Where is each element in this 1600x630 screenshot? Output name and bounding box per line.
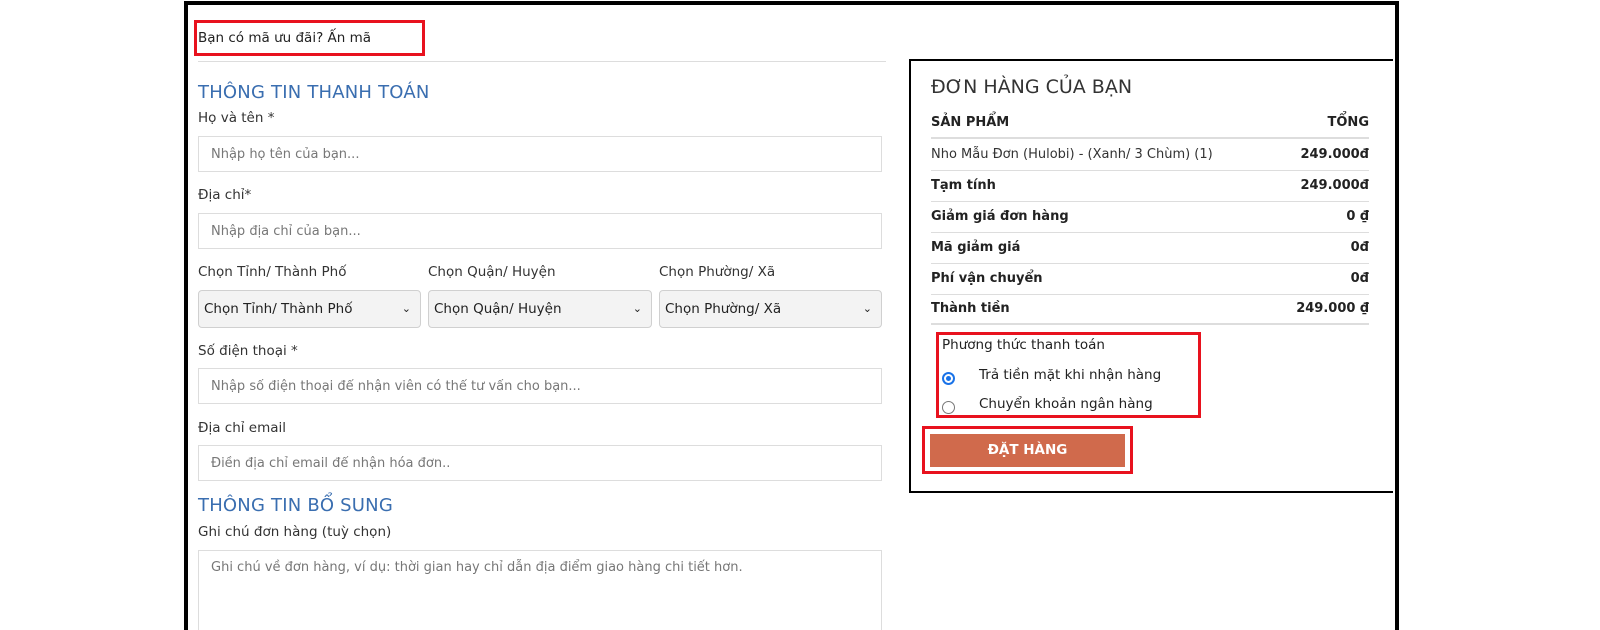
name-label: Họ và tên * bbox=[198, 110, 275, 126]
chevron-down-icon: ⌄ bbox=[862, 302, 872, 315]
address-label: Địa chỉ* bbox=[198, 187, 252, 203]
district-select[interactable]: Chọn Quận/ Huyện ⌄ bbox=[428, 290, 652, 328]
grand-total-value: 249.000 ₫ bbox=[1296, 301, 1369, 316]
coupon-code-value: 0đ bbox=[1350, 240, 1369, 255]
item-name: Nho Mẫu Đơn (Hulobi) - (Xanh/ 3 Chùm) (1… bbox=[931, 147, 1213, 162]
checkout-page: Bạn có mã ưu đãi? Ấn mã THÔNG TIN THANH … bbox=[184, 1, 1399, 630]
order-note-placeholder: Ghi chú về đơn hàng, ví dụ: thời gian ha… bbox=[211, 560, 743, 575]
ward-label: Chọn Phường/ Xã bbox=[659, 264, 776, 280]
coupon-question: Bạn có mã ưu đãi? bbox=[198, 30, 324, 46]
subtotal-label: Tạm tính bbox=[931, 178, 996, 193]
ward-select[interactable]: Chọn Phường/ Xã ⌄ bbox=[659, 290, 882, 328]
note-label: Ghi chú đơn hàng (tuỳ chọn) bbox=[198, 524, 392, 540]
phone-label: Số điện thoại * bbox=[198, 343, 298, 359]
order-title: ĐƠN HÀNG CỦA BẠN bbox=[931, 76, 1133, 98]
order-summary-panel: ĐƠN HÀNG CỦA BẠN SẢN PHẨM TỔNG Nho Mẫu Đ… bbox=[909, 59, 1393, 493]
payment-option-bank-radio[interactable] bbox=[942, 401, 955, 414]
subtotal-row: Tạm tính 249.000đ bbox=[931, 171, 1369, 202]
order-item-row: Nho Mẫu Đơn (Hulobi) - (Xanh/ 3 Chùm) (1… bbox=[931, 140, 1369, 171]
shipping-value: 0đ bbox=[1350, 271, 1369, 286]
coupon-link[interactable]: Ấn mã bbox=[328, 30, 372, 46]
discount-label: Giảm giá đơn hàng bbox=[931, 209, 1069, 224]
province-select-value: Chọn Tỉnh/ Thành Phố bbox=[204, 301, 353, 317]
discount-row: Giảm giá đơn hàng 0 ₫ bbox=[931, 202, 1369, 233]
grand-total-label: Thành tiền bbox=[931, 301, 1010, 316]
province-select[interactable]: Chọn Tỉnh/ Thành Phố ⌄ bbox=[198, 290, 421, 328]
order-table-header: SẢN PHẨM TỔNG bbox=[931, 108, 1369, 139]
chevron-down-icon: ⌄ bbox=[401, 302, 411, 315]
billing-title: THÔNG TIN THANH TOÁN bbox=[198, 82, 430, 103]
coupon-code-row: Mã giảm giá 0đ bbox=[931, 233, 1369, 264]
district-select-value: Chọn Quận/ Huyện bbox=[434, 301, 562, 317]
grand-total-row: Thành tiền 249.000 ₫ bbox=[931, 294, 1369, 325]
payment-option-bank-label[interactable]: Chuyển khoản ngân hàng bbox=[979, 396, 1153, 412]
additional-title: THÔNG TIN BỔ SUNG bbox=[198, 495, 393, 516]
place-order-button[interactable]: ĐẶT HÀNG bbox=[930, 434, 1125, 467]
shipping-row: Phí vận chuyển 0đ bbox=[931, 264, 1369, 295]
coupon-code-label: Mã giảm giá bbox=[931, 240, 1021, 255]
discount-value: 0 ₫ bbox=[1346, 209, 1369, 224]
shipping-label: Phí vận chuyển bbox=[931, 271, 1043, 286]
column-product: SẢN PHẨM bbox=[931, 115, 1010, 130]
payment-title: Phương thức thanh toán bbox=[942, 337, 1105, 353]
divider bbox=[198, 61, 886, 62]
item-total: 249.000đ bbox=[1300, 147, 1369, 162]
payment-option-cod-radio[interactable] bbox=[942, 372, 955, 385]
order-note-textarea[interactable]: Ghi chú về đơn hàng, ví dụ: thời gian ha… bbox=[198, 550, 882, 630]
payment-option-cod-label[interactable]: Trả tiền mặt khi nhận hàng bbox=[979, 367, 1161, 383]
email-input[interactable] bbox=[198, 445, 882, 481]
ward-select-value: Chọn Phường/ Xã bbox=[665, 301, 782, 317]
name-input[interactable] bbox=[198, 136, 882, 172]
phone-input[interactable] bbox=[198, 368, 882, 404]
address-input[interactable] bbox=[198, 213, 882, 249]
chevron-down-icon: ⌄ bbox=[632, 302, 642, 315]
email-label: Địa chỉ email bbox=[198, 420, 287, 436]
district-label: Chọn Quận/ Huyện bbox=[428, 264, 556, 280]
column-total: TỔNG bbox=[1327, 115, 1369, 130]
province-label: Chọn Tỉnh/ Thành Phố bbox=[198, 264, 347, 280]
subtotal-value: 249.000đ bbox=[1300, 178, 1369, 193]
coupon-notice: Bạn có mã ưu đãi? Ấn mã bbox=[198, 30, 371, 46]
